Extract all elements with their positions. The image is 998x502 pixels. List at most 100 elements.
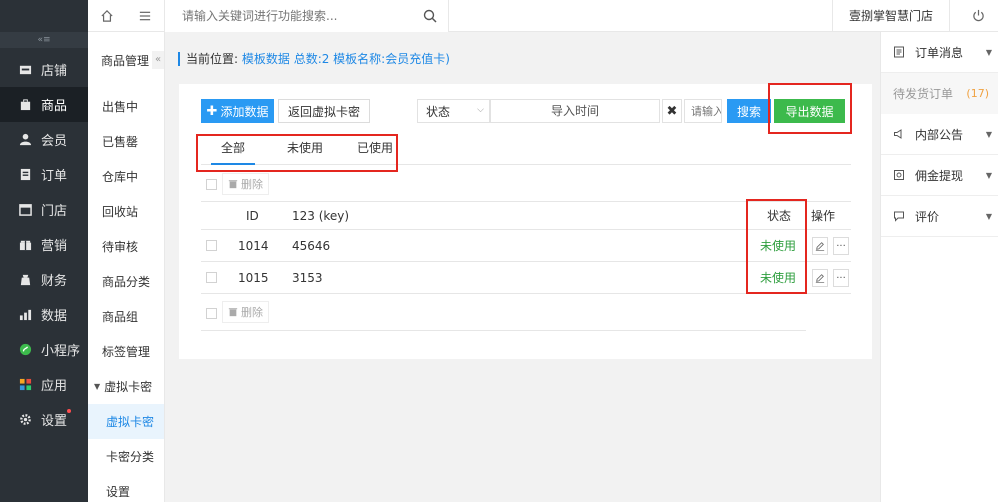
edit-button[interactable]: [812, 237, 828, 255]
submenu-collapse-button[interactable]: «: [152, 51, 164, 69]
breadcrumb-prefix: 当前位置:: [186, 52, 239, 66]
select-all-checkbox-bottom[interactable]: [206, 308, 217, 319]
submenu-item-sold-out[interactable]: 已售罄: [88, 124, 164, 159]
row-key: 45646: [292, 238, 331, 253]
home-button[interactable]: [88, 0, 126, 32]
rpanel-announcements[interactable]: 内部公告 ▼: [881, 114, 998, 155]
function-search-input[interactable]: [165, 0, 449, 32]
header-action: 操作: [811, 209, 836, 223]
sidebar-toggle[interactable]: «≡: [0, 32, 88, 48]
data-icon: [19, 308, 32, 321]
submenu-item-on-sale[interactable]: 出售中: [88, 89, 164, 124]
keyword-input[interactable]: [684, 99, 722, 123]
sidebar-item-store[interactable]: 店铺: [0, 52, 88, 87]
more-button[interactable]: ···: [833, 237, 849, 255]
main-sidebar: «≡ 店铺 商品 会员 订单 门店 营销 财务 数据 小程序 应用 设置: [0, 0, 88, 502]
submenu-item-recycle[interactable]: 回收站: [88, 194, 164, 229]
top-bar: 壹捌掌智慧门店: [165, 0, 998, 32]
caret-down-icon: ▼: [985, 212, 992, 221]
menu-button[interactable]: [126, 0, 164, 32]
row-id: 1014: [238, 238, 269, 253]
breadcrumb-path[interactable]: 模板数据 总数:2 模板名称:会员充值卡): [242, 52, 450, 66]
select-all-checkbox-top[interactable]: [206, 179, 217, 190]
submenu-child-virtual-card[interactable]: 虚拟卡密: [88, 404, 164, 439]
message-icon: [893, 46, 905, 58]
add-data-button[interactable]: ✚ 添加数据: [201, 99, 274, 123]
delete-button-top[interactable]: 删除: [222, 173, 269, 195]
search-icon[interactable]: [423, 9, 437, 23]
annotation-box-export: [768, 83, 852, 134]
rpanel-order-messages[interactable]: 订单消息 ▼: [881, 32, 998, 73]
sidebar-item-label: 门店: [41, 204, 68, 219]
sidebar-item-apps[interactable]: 应用: [0, 367, 88, 402]
member-icon: [19, 133, 32, 146]
rpanel-comments[interactable]: 评价 ▼: [881, 196, 998, 237]
status-select-value: 状态: [426, 104, 451, 119]
sidebar-logo-area: [0, 0, 88, 32]
submenu-title-text: 商品管理: [101, 54, 150, 68]
row-checkbox[interactable]: [206, 272, 217, 283]
sidebar-item-label: 财务: [41, 274, 68, 289]
sidebar-item-label: 商品: [41, 99, 68, 114]
comment-icon: [893, 210, 905, 222]
more-button[interactable]: ···: [833, 269, 849, 287]
sidebar-item-label: 营销: [41, 239, 68, 254]
secondary-menu: 商品管理 « 出售中 已售罄 仓库中 回收站 待审核 商品分类 商品组 标签管理…: [88, 0, 165, 502]
submenu-item-pending-review[interactable]: 待审核: [88, 229, 164, 264]
sidebar-item-order[interactable]: 订单: [0, 157, 88, 192]
submenu-child-settings[interactable]: 设置: [88, 474, 164, 502]
pencil-icon: [815, 242, 825, 251]
trash-icon: [228, 180, 238, 189]
sidebar-item-label: 设置: [41, 409, 72, 429]
row-checkbox[interactable]: [206, 240, 217, 251]
power-icon[interactable]: [972, 9, 985, 22]
sidebar-item-goods[interactable]: 商品: [0, 87, 88, 122]
rpanel-pending-shipment[interactable]: 待发货订单 (17): [881, 73, 998, 114]
rpanel-withdraw[interactable]: 佣金提现 ▼: [881, 155, 998, 196]
back-virtual-card-button[interactable]: 返回虚拟卡密: [278, 99, 370, 123]
delete-label: 删除: [241, 178, 263, 191]
edit-button[interactable]: [812, 269, 828, 287]
submenu-child-card-category[interactable]: 卡密分类: [88, 439, 164, 474]
search-button[interactable]: 搜索: [727, 99, 771, 123]
store-icon: [19, 63, 32, 76]
caret-down-icon: ▼: [985, 130, 992, 139]
main-content: 当前位置: 模板数据 总数:2 模板名称:会员充值卡) ✚ 添加数据 返回虚拟卡…: [165, 32, 880, 502]
caret-down-icon: ▼: [985, 171, 992, 180]
sidebar-item-settings[interactable]: 设置: [0, 402, 88, 437]
breadcrumb: 当前位置: 模板数据 总数:2 模板名称:会员充值卡): [178, 52, 450, 66]
miniprogram-icon: [19, 343, 32, 356]
status-select[interactable]: 状态 ⌵: [417, 99, 490, 123]
add-data-label: 添加数据: [220, 104, 269, 119]
trash-icon: [228, 308, 238, 317]
withdraw-icon: [893, 169, 905, 181]
sidebar-item-label: 数据: [41, 309, 68, 324]
sidebar-item-miniprogram[interactable]: 小程序: [0, 332, 88, 367]
sidebar-item-member[interactable]: 会员: [0, 122, 88, 157]
submenu-item-goods-group[interactable]: 商品组: [88, 299, 164, 334]
annotation-box-status: [746, 199, 807, 294]
sidebar-item-finance[interactable]: 财务: [0, 262, 88, 297]
sidebar-item-data[interactable]: 数据: [0, 297, 88, 332]
order-icon: [19, 168, 32, 181]
plus-icon: ✚: [206, 103, 218, 119]
sidebar-item-marketing[interactable]: 营销: [0, 227, 88, 262]
rpanel-label: 内部公告: [915, 127, 964, 142]
submenu-item-warehouse[interactable]: 仓库中: [88, 159, 164, 194]
clear-icon[interactable]: ✖: [662, 99, 682, 123]
store-name[interactable]: 壹捌掌智慧门店: [832, 0, 950, 32]
sidebar-item-shop[interactable]: 门店: [0, 192, 88, 227]
submenu-item-tags[interactable]: 标签管理: [88, 334, 164, 369]
rpanel-label: 订单消息: [915, 45, 964, 60]
right-panel: 订单消息 ▼ 待发货订单 (17) 内部公告 ▼ 佣金提现 ▼ 评价 ▼: [880, 32, 998, 502]
submenu-title: 商品管理 «: [88, 32, 164, 89]
settings-icon: [19, 413, 32, 426]
announcement-icon: [893, 128, 905, 140]
home-icon: [101, 10, 113, 22]
rpanel-sub-label: 待发货订单: [893, 87, 954, 101]
submenu-item-category[interactable]: 商品分类: [88, 264, 164, 299]
delete-button-bottom[interactable]: 删除: [222, 301, 269, 323]
import-time-input[interactable]: 导入时间: [490, 99, 660, 123]
submenu-group-virtual-card[interactable]: ▼ 虚拟卡密: [88, 369, 164, 404]
pencil-icon: [815, 274, 825, 283]
